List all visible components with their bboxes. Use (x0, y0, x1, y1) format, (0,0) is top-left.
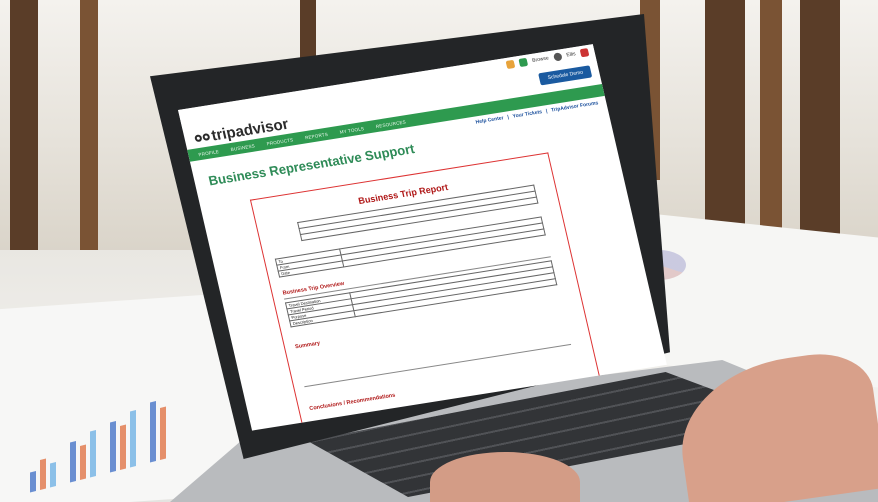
owl-eyes-icon (194, 132, 211, 143)
printout-bar (150, 401, 156, 463)
overview-table: Travel Destination Travel Period Purpose… (285, 260, 557, 327)
nav-item-profile[interactable]: PROFILE (198, 149, 220, 157)
owl-eye-icon (201, 132, 211, 142)
printout-bar (110, 420, 116, 473)
printout-bar (70, 440, 76, 483)
avatar-icon[interactable] (552, 52, 563, 62)
printout-bar (160, 406, 166, 461)
flag-icon[interactable] (579, 48, 590, 58)
wooden-pillar (760, 0, 782, 250)
laptop-screen: Browse Ellis Schedule Demo tripadvisor P… (178, 44, 667, 431)
wooden-pillar (10, 0, 38, 250)
printout-bar (90, 429, 96, 478)
photo-scene: Browse Ellis Schedule Demo tripadvisor P… (0, 0, 878, 502)
printout-bar (120, 424, 126, 470)
printout-bar (130, 410, 136, 468)
nav-item-reports[interactable]: REPORTS (304, 131, 328, 140)
nav-item-products[interactable]: PRODUCTS (266, 137, 294, 146)
notification-icon[interactable] (505, 59, 516, 70)
printout-bar (50, 461, 56, 488)
wooden-pillar (800, 0, 840, 250)
printout-bar (30, 470, 36, 493)
nav-item-my-tools[interactable]: MY TOOLS (339, 125, 364, 134)
wooden-pillar (705, 0, 745, 250)
user-menu[interactable]: Ellis (566, 51, 576, 58)
divider (304, 343, 572, 388)
nav-item-business[interactable]: BUSINESS (230, 143, 255, 152)
printout-bar (80, 444, 86, 480)
printout-bar (40, 458, 46, 490)
checkbox-icon[interactable] (518, 57, 529, 67)
summary-heading: Summary (294, 340, 321, 351)
wooden-pillar (80, 0, 98, 250)
subnav-divider: | (545, 108, 549, 115)
browse-menu[interactable]: Browse (532, 55, 550, 64)
subnav-divider: | (506, 114, 510, 121)
conclusions-heading: Conclusions / Recommendations (308, 392, 396, 413)
owl-eye-icon (194, 134, 203, 143)
